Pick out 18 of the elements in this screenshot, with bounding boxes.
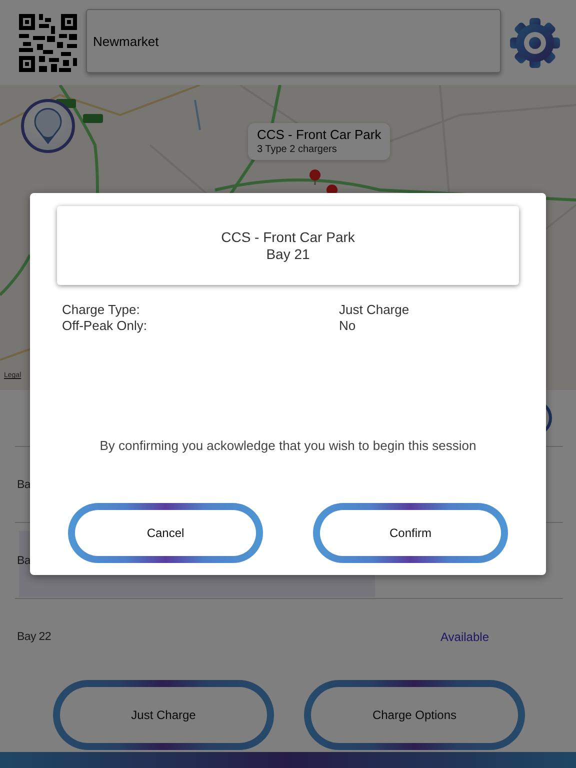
bay-title: Bay 21 (266, 246, 310, 262)
map-callout[interactable]: CCS - Front Car Park 3 Type 2 chargers (248, 123, 390, 160)
confirmation-message: By confirming you ackowledge that you wish to begin this session (98, 438, 478, 453)
detail-value: No (339, 318, 357, 334)
settings-icon[interactable] (510, 18, 560, 68)
detail-label: Off-Peak Only: (62, 318, 148, 334)
bay-label[interactable]: Ba (17, 478, 30, 490)
callout-subtitle: 3 Type 2 chargers (257, 144, 338, 155)
map-pin-icon (34, 108, 62, 144)
bay-label[interactable]: Bay 22 (17, 630, 52, 642)
detail-label: Charge Type: (62, 302, 141, 318)
qr-code-icon[interactable] (19, 14, 77, 72)
search-field[interactable]: Newmarket (86, 9, 501, 73)
station-title: CCS - Front Car Park (221, 228, 355, 246)
bay-status: Available (440, 630, 489, 644)
detail-value: Just Charge (339, 302, 410, 318)
callout-title: CCS - Front Car Park (257, 127, 382, 142)
bay-label[interactable]: Ba (17, 554, 30, 566)
